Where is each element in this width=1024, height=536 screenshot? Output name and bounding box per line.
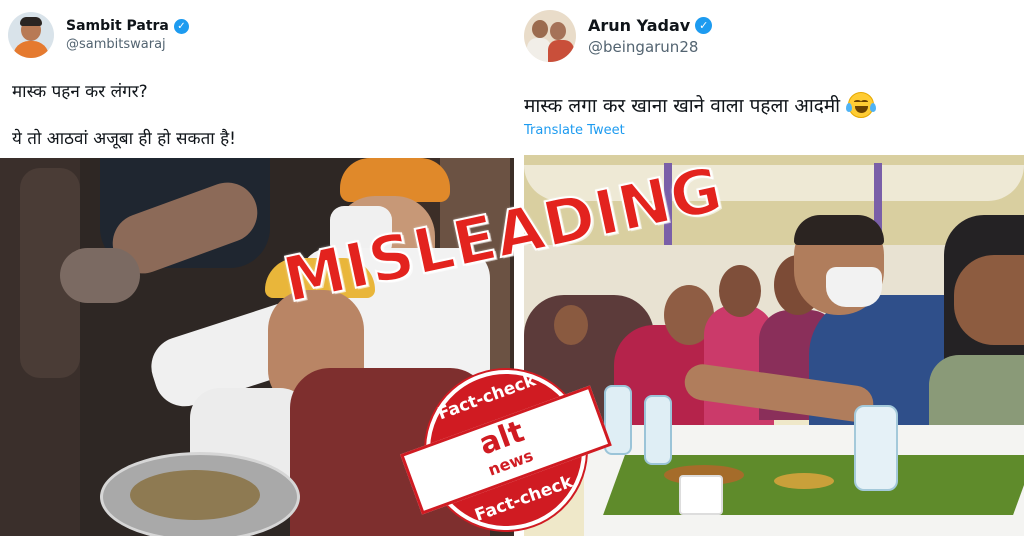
tweet-header: Sambit Patra ✓ @sambitswaraj [8, 12, 189, 58]
author-name[interactable]: Sambit Patra [66, 18, 169, 34]
author-block: Arun Yadav ✓ @beingarun28 [588, 16, 713, 56]
tweet-text: मास्क लगा कर खाना खाने वाला पहला आदमी [524, 92, 877, 118]
avatar[interactable] [8, 12, 54, 58]
tweet-header: Arun Yadav ✓ @beingarun28 [524, 10, 713, 62]
verified-badge-icon: ✓ [173, 18, 189, 34]
author-handle[interactable]: @sambitswaraj [66, 37, 189, 52]
avatar[interactable] [524, 10, 576, 62]
face-with-tears-of-joy-icon [846, 92, 877, 118]
tweet-text-content: मास्क लगा कर खाना खाने वाला पहला आदमी [524, 95, 841, 117]
verified-badge-icon: ✓ [695, 17, 713, 34]
tweet-text-line: ये तो आठवां अजूबा ही हो सकता है! [12, 129, 236, 149]
translate-tweet-link[interactable]: Translate Tweet [524, 123, 625, 138]
author-handle[interactable]: @beingarun28 [588, 38, 712, 56]
tweet-text-line: मास्क पहन कर लंगर? [12, 82, 148, 102]
author-name[interactable]: Arun Yadav [588, 16, 690, 35]
author-block: Sambit Patra ✓ @sambitswaraj [66, 18, 189, 52]
